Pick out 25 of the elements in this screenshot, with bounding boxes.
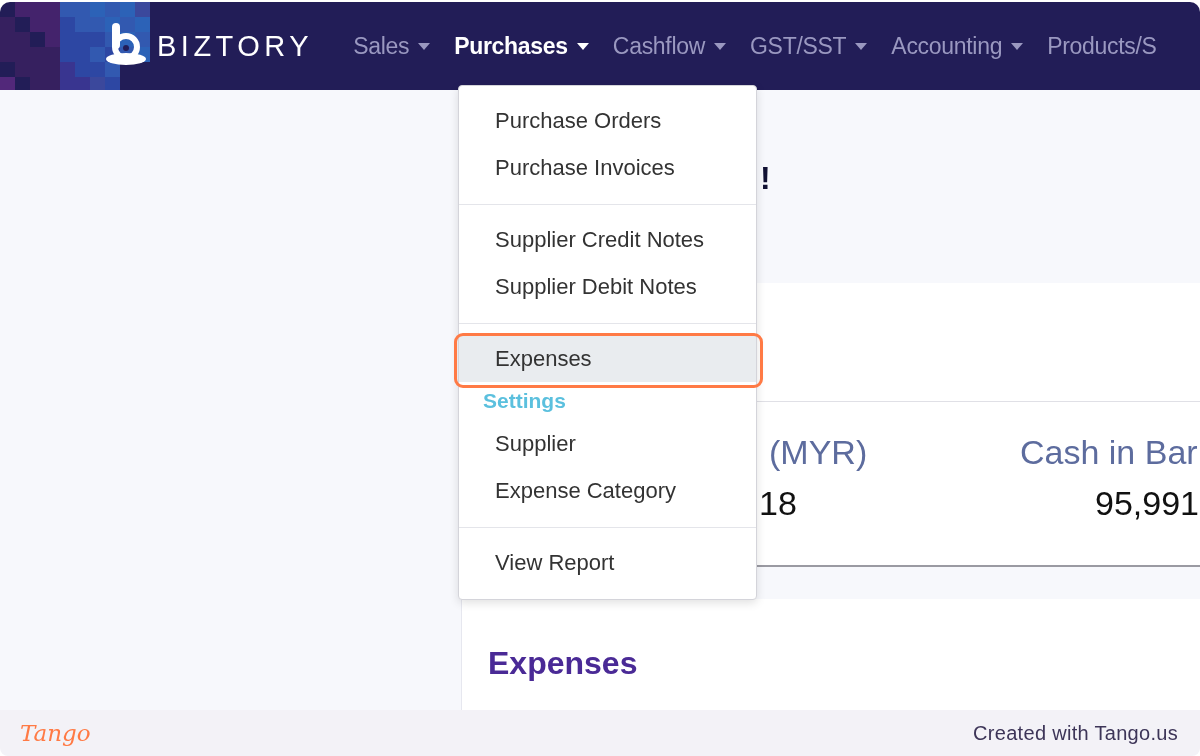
greeting-text: ! xyxy=(760,160,771,196)
tango-logo: Tango xyxy=(20,720,91,746)
dropdown-item[interactable]: Expenses xyxy=(459,335,756,382)
stat-label: Cash in Bar xyxy=(1020,432,1199,473)
dropdown-item[interactable]: Purchase Invoices xyxy=(459,144,756,191)
nav-menu-item[interactable]: Sales xyxy=(353,32,431,60)
nav-menu-item[interactable]: Cashflow xyxy=(612,32,727,60)
dropdown-item[interactable]: Supplier xyxy=(459,420,756,467)
nav-menu-item[interactable]: Purchases xyxy=(454,32,589,60)
nav-menu-item[interactable]: Accounting xyxy=(891,32,1024,60)
credit-text: Created with Tango.us xyxy=(973,721,1178,745)
logo-icon[interactable] xyxy=(103,21,149,67)
dropdown-header: Settings xyxy=(482,388,567,414)
dropdown-item[interactable]: View Report xyxy=(459,539,756,586)
stat-label: (MYR) xyxy=(769,432,869,473)
brand-name: BIZTORY xyxy=(157,29,314,63)
section-title: Expenses xyxy=(488,645,639,682)
dropdown-item[interactable]: Purchase Orders xyxy=(459,97,756,144)
stat-value: 18 xyxy=(759,483,798,524)
stat-value: 95,991 xyxy=(1094,483,1199,524)
dropdown-item[interactable]: Supplier Credit Notes xyxy=(459,216,756,263)
dropdown-item[interactable]: Supplier Debit Notes xyxy=(459,263,756,310)
dropdown-item[interactable]: Expense Category xyxy=(459,467,756,514)
nav-menu-item[interactable]: GST/SST xyxy=(750,32,868,60)
nav-menu-item[interactable]: Products/S xyxy=(1047,32,1157,60)
